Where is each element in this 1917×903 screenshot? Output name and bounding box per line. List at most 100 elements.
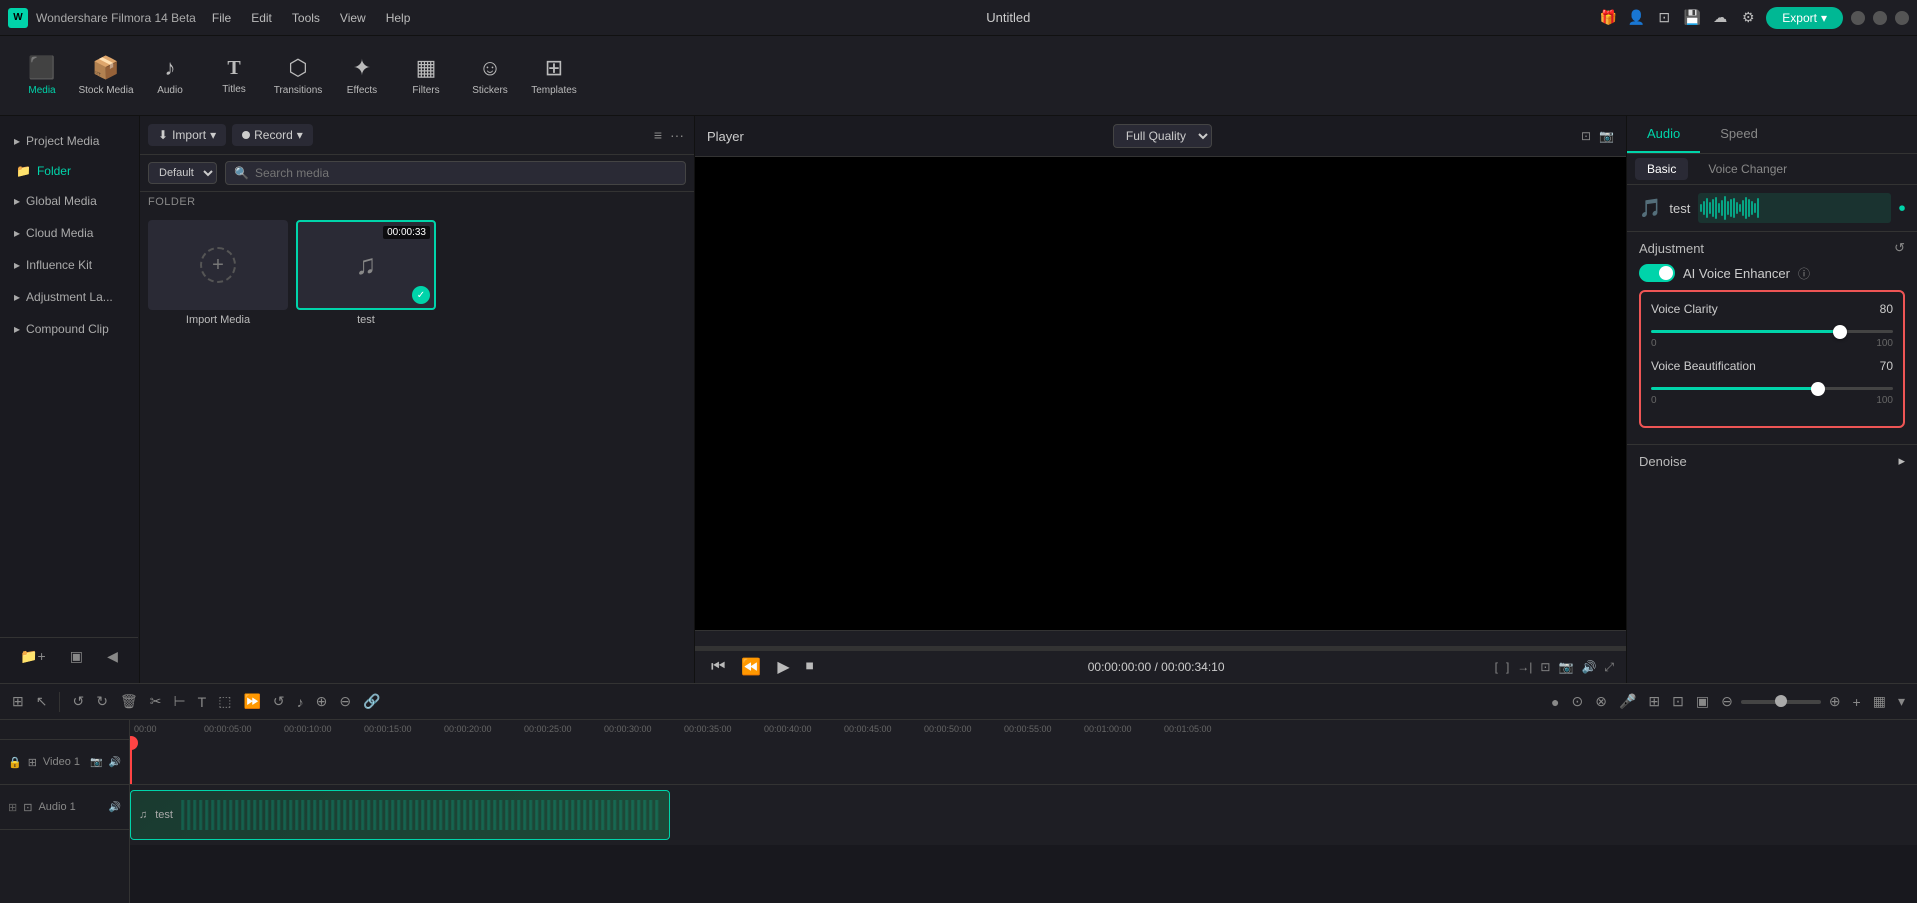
crop-preview-icon[interactable]: ⊡ [1540,660,1550,675]
tl-link-icon[interactable]: 🔗 [359,693,384,710]
more-options-icon[interactable]: ··· [668,125,686,145]
tl-mic-icon[interactable]: 🎤 [1615,693,1640,710]
tl-screen-icon[interactable]: ⊡ [1668,693,1688,710]
adjustment-reset-icon[interactable]: ↺ [1894,240,1905,256]
minimize-button[interactable] [1851,11,1865,25]
play-button[interactable]: ▶ [773,657,793,677]
nav-project-media[interactable]: ▸ Project Media [4,126,135,156]
track-audio1-lock-icon[interactable]: ⊞ [8,801,17,814]
tool-stickers[interactable]: ☺ Stickers [460,41,520,111]
tab-audio[interactable]: Audio [1627,116,1700,153]
tl-text-icon[interactable]: T [194,694,211,710]
layout-icon[interactable]: ⊡ [1654,8,1674,28]
tl-undo-icon[interactable]: ↺ [68,693,88,710]
dual-screen-icon[interactable]: ⊡ [1581,129,1591,143]
tool-audio[interactable]: ♪ Audio [140,41,200,111]
menu-file[interactable]: File [204,9,239,27]
new-folder-icon[interactable]: ▣ [68,646,85,667]
export-button[interactable]: Export ▾ [1766,7,1843,29]
voice-beautification-slider[interactable] [1651,387,1893,390]
media-item-test[interactable]: ♫ 00:00:33 ✓ test [296,220,436,326]
tl-more-icon[interactable]: ▾ [1894,693,1909,710]
tool-filters[interactable]: ▦ Filters [396,41,456,111]
audio-preview-icon[interactable]: 🔊 [1581,660,1596,675]
cloud-icon[interactable]: ☁ [1710,8,1730,28]
nav-influence-kit[interactable]: ▸ Influence Kit [4,250,135,280]
tool-stock-media[interactable]: 📦 Stock Media [76,41,136,111]
menu-edit[interactable]: Edit [243,9,280,27]
tl-delete-icon[interactable]: 🗑 [116,693,142,710]
tl-record-icon[interactable]: ⊙ [1567,693,1587,710]
tool-titles[interactable]: T Titles [204,41,264,111]
save-icon[interactable]: 💾 [1682,8,1702,28]
tl-redo-icon[interactable]: ↻ [92,693,112,710]
step-back-button[interactable]: ⏪ [737,657,765,677]
track-video1-vol-icon[interactable]: 🔊 [109,757,121,768]
snapshot-icon[interactable]: 📷 [1599,129,1614,143]
preview-scrubber[interactable] [695,630,1626,650]
track-eye-icon[interactable]: ⊞ [28,756,37,769]
close-button[interactable] [1895,11,1909,25]
tl-split-icon[interactable]: ⊞ [8,693,28,710]
maximize-button[interactable] [1873,11,1887,25]
track-audio1-vol-icon[interactable]: 🔊 [109,802,121,813]
tl-select-icon[interactable]: ↖ [32,693,52,710]
nav-compound-clip[interactable]: ▸ Compound Clip [4,314,135,344]
filter-icon[interactable]: ≡ [652,125,664,145]
info-icon[interactable]: ⓘ [1798,265,1810,282]
nav-global-media[interactable]: ▸ Global Media [4,186,135,216]
nav-cloud-media[interactable]: ▸ Cloud Media [4,218,135,248]
tl-audio-icon[interactable]: ♪ [293,694,308,710]
snapshot-btn-icon[interactable]: 📷 [1558,660,1573,675]
tab-speed[interactable]: Speed [1700,116,1778,153]
import-button[interactable]: ⬇ Import ▾ [148,124,226,146]
tool-templates[interactable]: ⊞ Templates [524,41,584,111]
quality-select[interactable]: Full Quality 1/2 1/4 [1113,124,1212,148]
tl-zoom-in-icon[interactable]: ⊕ [1825,693,1845,710]
audio-toggle-icon[interactable]: ⏺ [1899,201,1905,216]
tl-copy-icon[interactable]: ⊕ [312,693,332,710]
tl-add-track-icon[interactable]: + [1849,694,1865,710]
subtab-voice-changer[interactable]: Voice Changer [1696,158,1799,180]
ai-voice-toggle[interactable] [1639,264,1675,282]
nav-folder[interactable]: 📁 Folder [0,158,139,184]
tl-shield-icon[interactable]: ⊗ [1591,693,1611,710]
menu-view[interactable]: View [332,9,374,27]
tl-crop-icon[interactable]: ⬚ [214,693,235,710]
fullscreen-icon[interactable]: ⤢ [1604,660,1614,675]
tl-paste-icon[interactable]: ⊖ [335,693,355,710]
mark-out-icon[interactable]: ] [1506,660,1509,675]
import-thumb[interactable]: + [148,220,288,310]
subtab-basic[interactable]: Basic [1635,158,1688,180]
tl-layout-icon[interactable]: ▦ [1869,693,1890,710]
playhead[interactable] [130,740,132,784]
menu-help[interactable]: Help [378,9,419,27]
settings-icon[interactable]: ⚙ [1738,8,1758,28]
search-input[interactable] [255,166,677,180]
tl-rotate-icon[interactable]: ↺ [269,693,289,710]
zoom-slider[interactable] [1741,700,1821,704]
media-item-import[interactable]: + Import Media [148,220,288,326]
tool-media[interactable]: ⬛ Media [12,41,72,111]
audio-thumb[interactable]: ♫ 00:00:33 ✓ [296,220,436,310]
stop-button[interactable]: ⏹ [802,658,818,676]
voice-clarity-slider[interactable] [1651,330,1893,333]
track-lock-icon[interactable]: 🔒 [8,756,22,769]
tool-effects[interactable]: ✦ Effects [332,41,392,111]
nav-adjustment-layer[interactable]: ▸ Adjustment La... [4,282,135,312]
view-select[interactable]: Default [148,162,217,184]
add-folder-icon[interactable]: 📁+ [18,646,48,667]
track-video1-cam-icon[interactable]: 📷 [90,757,102,768]
tl-photo-icon[interactable]: ▣ [1692,693,1713,710]
gift-icon[interactable]: 🎁 [1598,8,1618,28]
user-icon[interactable]: 👤 [1626,8,1646,28]
insert-icon[interactable]: →| [1517,660,1532,675]
audio-clip[interactable]: ♫ test [130,790,670,840]
skip-back-button[interactable]: ⏮ [707,658,729,676]
mark-in-icon[interactable]: [ [1495,660,1498,675]
track-audio1-eye-icon[interactable]: ⊡ [23,801,32,814]
menu-tools[interactable]: Tools [284,9,328,27]
tl-cut-icon[interactable]: ✂ [146,693,166,710]
tl-text2-icon[interactable]: ⊞ [1644,693,1664,710]
add-media-button[interactable]: + [200,247,236,283]
